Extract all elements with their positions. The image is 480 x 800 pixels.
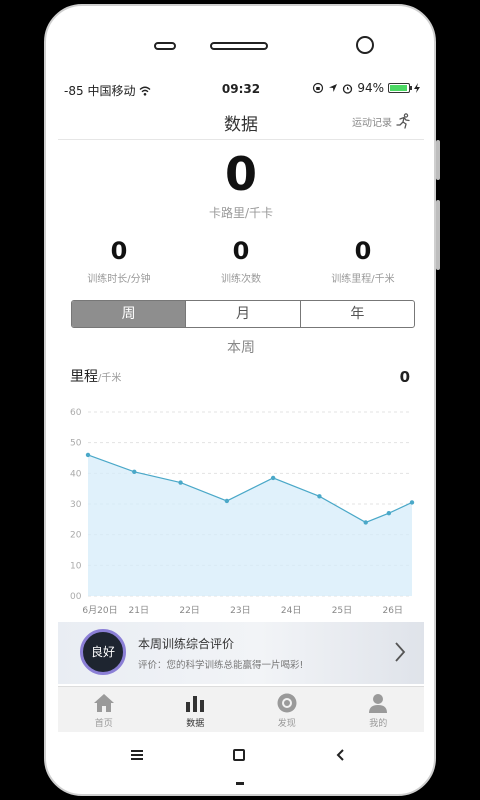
tab-month[interactable]: 月	[186, 301, 301, 327]
period-selector: 周 月 年	[71, 300, 415, 328]
status-right: 94%	[312, 81, 420, 95]
data-point	[178, 480, 183, 485]
bar-chart-icon	[186, 696, 205, 712]
tab-label: 数据	[186, 719, 205, 729]
data-point	[317, 494, 322, 499]
data-point	[270, 475, 276, 481]
data-point	[386, 511, 392, 516]
data-point	[85, 452, 91, 458]
status-bar: -85 中国移动 09:32 94%	[58, 76, 424, 102]
weekly-evaluation-card[interactable]: 良好 本周训练综合评价 评价：您的科学训练总能赢得一片喝彩!	[58, 622, 424, 684]
menu-icon[interactable]	[130, 748, 144, 762]
back-icon[interactable]	[334, 748, 348, 762]
x-tick-label: 23日	[230, 605, 250, 616]
stat-duration: 0 训练时长/分钟	[58, 236, 180, 285]
x-tick-label: 21日	[129, 605, 149, 616]
tab-label: 首页	[94, 719, 113, 729]
stat-distance: 0 训练里程/千米	[302, 236, 424, 285]
location-icon	[329, 84, 338, 92]
x-tick-label: 22日	[179, 605, 199, 616]
y-tick-label: 40	[70, 469, 82, 479]
y-tick-label: 00	[70, 592, 82, 602]
distance-title: 里程/千米	[70, 366, 121, 386]
y-tick-label: 10	[70, 561, 82, 571]
home-button-icon[interactable]	[232, 748, 246, 762]
calories-value: 0	[224, 147, 257, 201]
distance-chart: 00 10 20 30 40 50 60 6月20日 21日 22日 23日 24日 25日 26日	[70, 408, 415, 616]
series-area	[88, 454, 412, 596]
phone-frame: -85 中国移动 09:32 94% 数据 运动记录 0 卡路里/千卡 0 训练…	[44, 4, 436, 796]
distance-title-text: 里程	[70, 369, 98, 385]
stat-label: 训练里程/千米	[331, 274, 395, 285]
nav-indicator	[236, 782, 244, 785]
stat-value: 0	[354, 237, 372, 265]
stat-count: 0 训练次数	[180, 236, 302, 285]
battery-icon	[388, 83, 412, 93]
exercise-record-button[interactable]: 运动记录	[352, 113, 412, 129]
battery-percent: 94%	[357, 81, 384, 95]
evaluation-title: 本周训练综合评价	[138, 637, 235, 651]
tab-discover[interactable]: 发现	[241, 687, 333, 732]
stat-value: 0	[110, 237, 128, 265]
title-bar: 数据 运动记录	[58, 104, 424, 140]
stats-row: 0 训练时长/分钟 0 训练次数 0 训练里程/千米	[58, 236, 424, 285]
phone-side-button-top	[436, 140, 440, 180]
data-point	[363, 520, 368, 525]
rotation-lock-icon	[313, 82, 324, 94]
stat-value: 0	[232, 237, 250, 265]
home-icon	[93, 694, 114, 712]
stat-label: 训练时长/分钟	[87, 274, 151, 285]
current-period-label: 本周	[227, 340, 255, 356]
tab-label: 我的	[369, 719, 388, 729]
y-tick-label: 60	[70, 408, 82, 418]
runner-icon	[396, 113, 410, 129]
system-nav-bar	[46, 732, 434, 794]
tab-home[interactable]: 首页	[58, 687, 150, 732]
tab-week[interactable]: 周	[72, 301, 187, 327]
tab-data[interactable]: 数据	[150, 687, 242, 732]
distance-value: 0	[399, 368, 410, 386]
exercise-record-label: 运动记录	[352, 117, 392, 129]
x-tick-label: 24日	[281, 605, 301, 616]
charging-icon	[414, 83, 420, 93]
x-tick-label: 25日	[332, 605, 352, 616]
discover-icon	[277, 693, 297, 713]
evaluation-badge: 良好	[80, 629, 126, 675]
distance-unit: /千米	[98, 373, 122, 384]
phone-speaker	[210, 42, 268, 50]
phone-camera	[356, 36, 374, 54]
phone-sensor	[154, 42, 176, 50]
y-tick-label: 20	[70, 531, 82, 541]
alarm-icon	[343, 83, 353, 94]
bottom-tab-bar: 首页 数据 发现 我的	[58, 686, 424, 732]
stat-label: 训练次数	[221, 274, 261, 285]
phone-side-button-bottom	[436, 200, 440, 270]
x-tick-label: 26日	[382, 605, 402, 616]
tab-year[interactable]: 年	[301, 301, 414, 327]
data-point	[132, 469, 137, 474]
chevron-right-icon[interactable]	[392, 640, 408, 664]
profile-icon	[369, 694, 388, 713]
tab-profile[interactable]: 我的	[333, 687, 425, 732]
tab-label: 发现	[277, 719, 296, 729]
y-tick-label: 50	[70, 439, 82, 449]
data-point	[409, 500, 415, 505]
evaluation-subtitle: 评价：您的科学训练总能赢得一片喝彩!	[138, 660, 304, 671]
y-tick-label: 30	[70, 500, 82, 510]
calories-unit: 卡路里/千卡	[208, 206, 274, 220]
x-tick-label: 6月20日	[82, 605, 117, 616]
data-point	[224, 498, 230, 504]
app-screen: -85 中国移动 09:32 94% 数据 运动记录 0 卡路里/千卡 0 训练…	[58, 76, 424, 732]
